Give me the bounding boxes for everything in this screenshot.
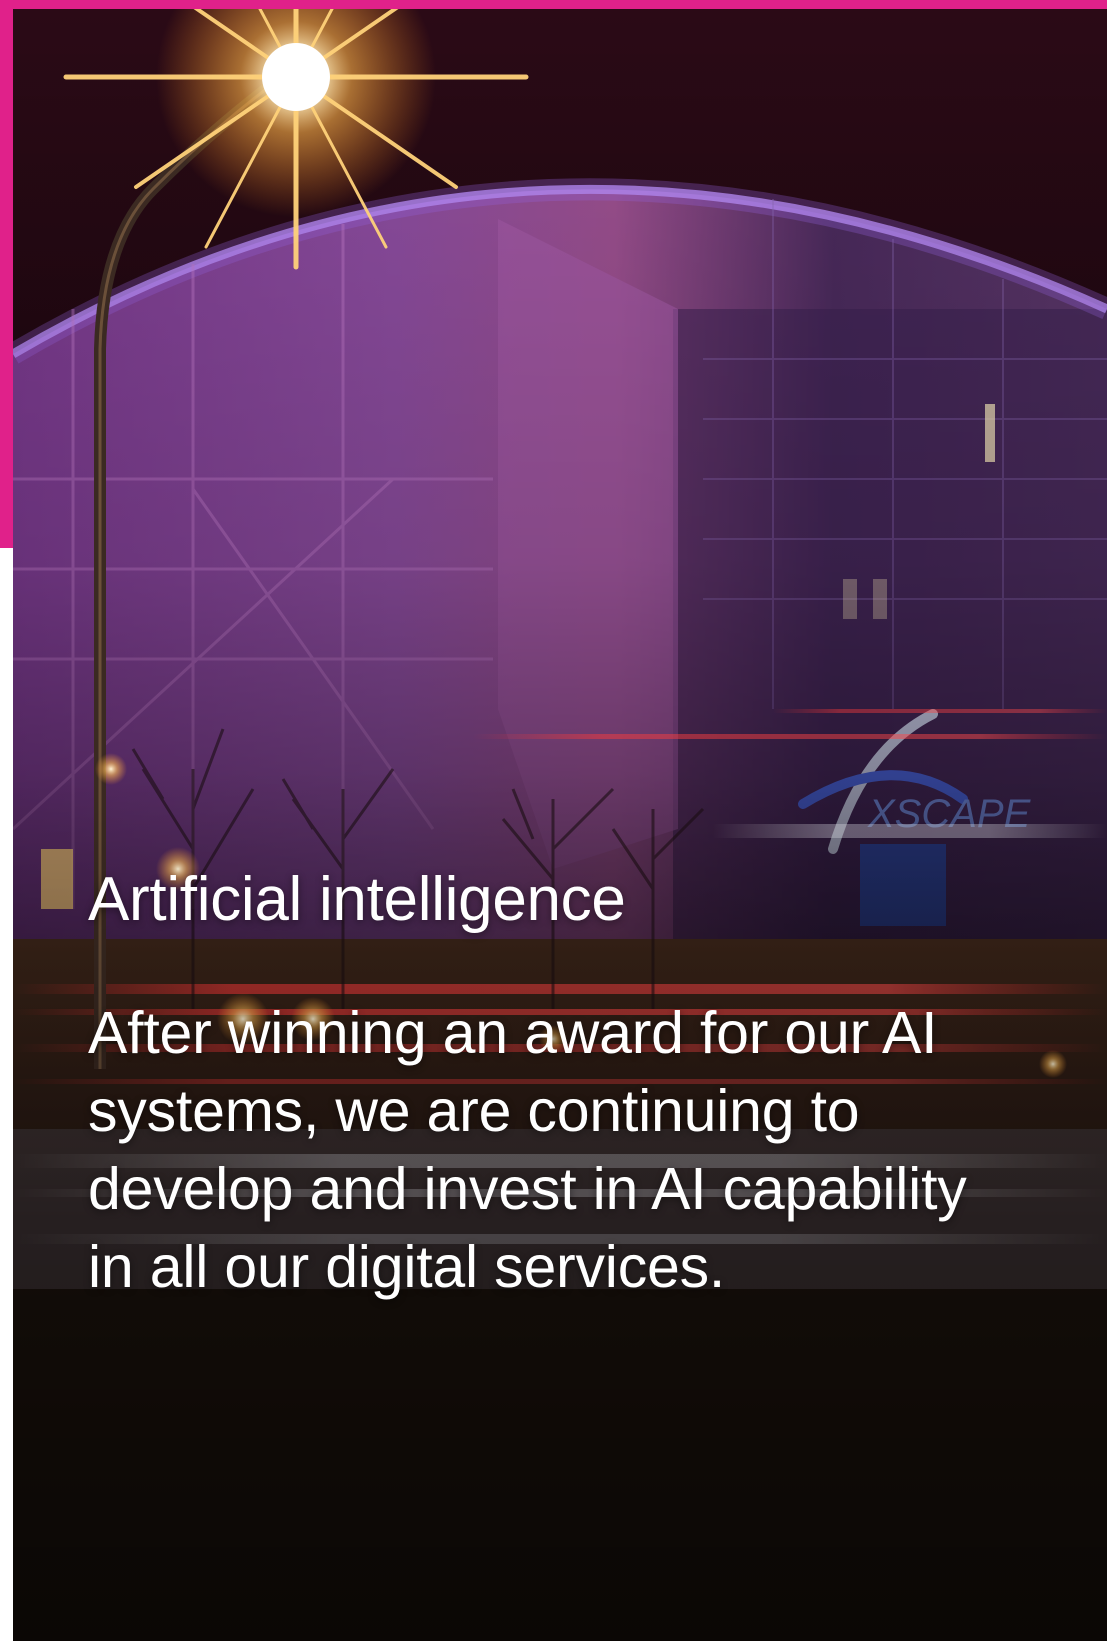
card-background-image: XSCAPE xyxy=(13,9,1107,1641)
ai-feature-card[interactable]: XSCAPE xyxy=(13,9,1107,1641)
card-content: Artificial intelligence After winning an… xyxy=(88,864,988,1306)
card-description: After winning an award for our AI system… xyxy=(88,1000,967,1300)
accent-bar-left xyxy=(0,0,13,548)
card-title: Artificial intelligence xyxy=(88,865,626,934)
accent-bar-top xyxy=(0,0,1107,9)
page: XSCAPE xyxy=(0,0,1107,1641)
